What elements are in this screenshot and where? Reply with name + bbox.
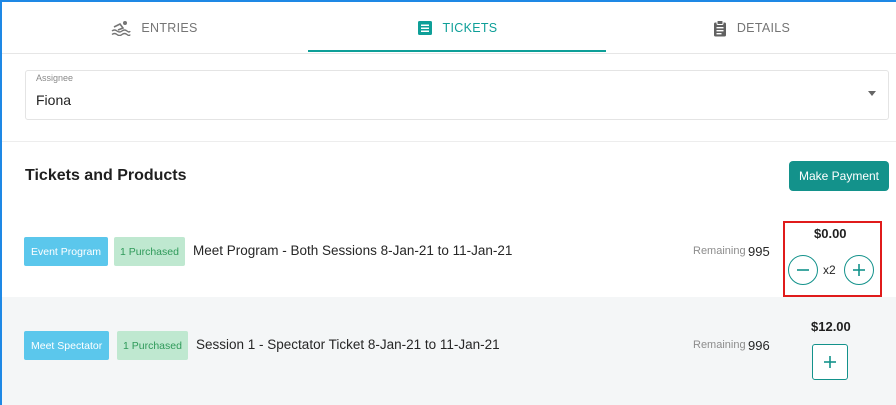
ticket-row: Event Program 1 Purchased Meet Program -… (2, 210, 896, 297)
tab-bar: ENTRIES TICKETS DETAILS (2, 2, 896, 54)
remaining-value: 996 (748, 338, 770, 353)
remaining-label: Remaining (693, 339, 746, 351)
clipboard-icon (713, 19, 727, 37)
ticket-row: Meet Spectator 1 Purchased Session 1 - S… (2, 297, 896, 405)
add-ticket-button[interactable] (812, 344, 848, 380)
remaining-label: Remaining (693, 245, 746, 257)
plus-icon (824, 356, 836, 368)
ticket-title: Meet Program - Both Sessions 8-Jan-21 to… (193, 243, 513, 258)
ticket-title: Session 1 - Spectator Ticket 8-Jan-21 to… (196, 337, 500, 352)
purchased-badge: 1 Purchased (117, 331, 188, 360)
assignee-label: Assignee (36, 73, 74, 83)
ticket-price: $12.00 (811, 319, 851, 334)
tab-tickets-label: TICKETS (442, 21, 498, 35)
category-badge: Meet Spectator (24, 331, 110, 360)
assignee-select[interactable]: Assignee Fiona (25, 70, 889, 120)
section-title: Tickets and Products (25, 167, 187, 184)
purchased-badge: 1 Purchased (114, 237, 185, 266)
chevron-down-icon[interactable] (868, 91, 876, 96)
tab-details-label: DETAILS (736, 21, 791, 35)
assignee-value: Fiona (36, 92, 72, 108)
category-badge: Event Program (24, 237, 109, 266)
ticket-list-icon (417, 20, 433, 36)
tab-details[interactable]: DETAILS (607, 2, 896, 54)
tab-entries-label: ENTRIES (141, 21, 198, 35)
highlight-box (783, 221, 882, 297)
divider (2, 141, 896, 142)
swimming-icon (111, 20, 132, 36)
make-payment-button[interactable]: Make Payment (789, 161, 889, 191)
tab-entries[interactable]: ENTRIES (2, 2, 307, 54)
remaining-value: 995 (748, 244, 770, 259)
tab-tickets[interactable]: TICKETS (307, 2, 607, 54)
tab-active-indicator (308, 50, 606, 52)
